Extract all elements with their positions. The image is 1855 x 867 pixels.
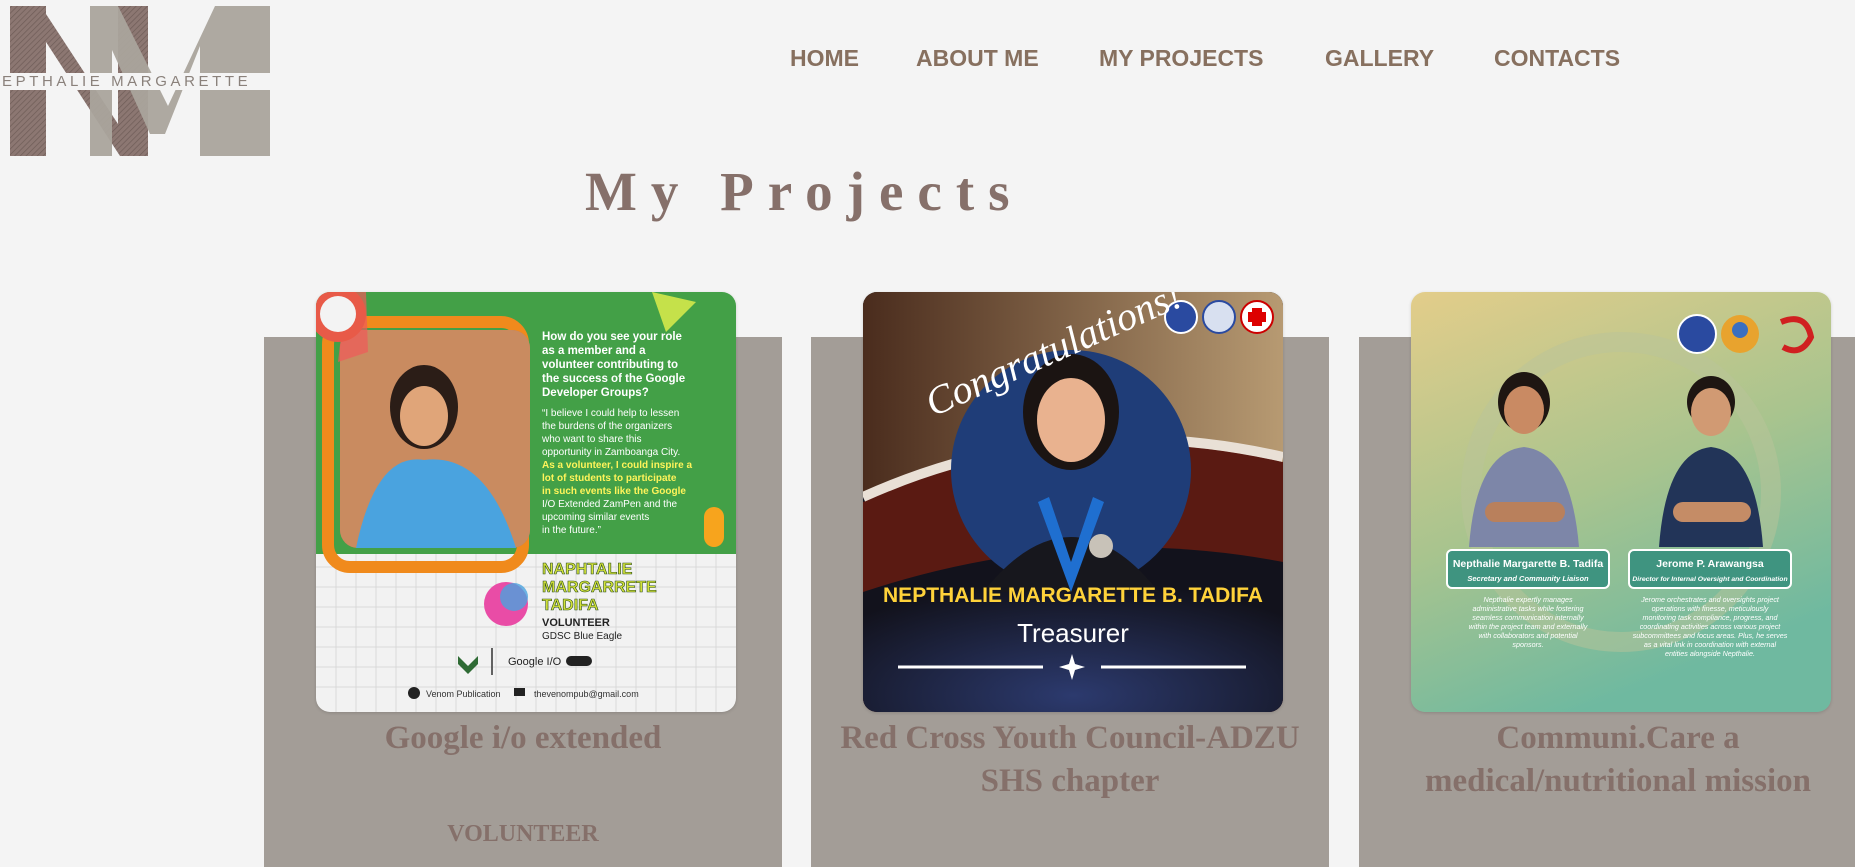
svg-text:the success of the Google: the success of the Google (542, 373, 685, 385)
svg-text:Google I/O: Google I/O (508, 656, 562, 668)
svg-text:“I believe I could help to les: “I believe I could help to lessen (542, 408, 679, 419)
svg-text:administrative tasks while fos: administrative tasks while fostering (1472, 604, 1583, 613)
svg-text:operations with finesse, metic: operations with finesse, meticulously (1652, 604, 1769, 613)
svg-text:Jerome P. Arawangsa: Jerome P. Arawangsa (1656, 558, 1764, 570)
nav-home-link[interactable]: HOME (790, 45, 859, 72)
svg-text:I/O Extended ZamPen and the: I/O Extended ZamPen and the (542, 499, 678, 510)
svg-text:Developer Groups?: Developer Groups? (542, 387, 649, 399)
svg-text:Nepthalie expertly manages: Nepthalie expertly manages (1483, 595, 1573, 604)
svg-text:As a volunteer, I could inspir: As a volunteer, I could inspire a (542, 460, 692, 471)
nav-contacts-link[interactable]: CONTACTS (1494, 45, 1620, 72)
svg-text:in such events like the Google: in such events like the Google (542, 486, 686, 497)
svg-text:TADIFA: TADIFA (542, 597, 599, 614)
project-image-communi-care: Nepthalie Margarette B. Tadifa Secretary… (1411, 292, 1831, 712)
nav-gallery-link[interactable]: GALLERY (1325, 45, 1434, 72)
svg-text:Venom Publication: Venom Publication (426, 689, 501, 699)
svg-text:in the future.”: in the future.” (542, 525, 601, 536)
project-role: VOLUNTEER (447, 821, 599, 847)
project-title-google-io: Google i/o extended (384, 720, 662, 756)
project-card-red-cross[interactable]: Congratulations! NEPTHALIE MARGARETTE B.… (811, 292, 1329, 867)
project-title-communi-care: Communi.Care a medical/nutritional missi… (1425, 720, 1811, 799)
nav-my-projects-link[interactable]: MY PROJECTS (1099, 45, 1263, 72)
project-image-google-io: How do you see your role as a member and… (316, 292, 736, 712)
svg-text:Jerome orchestrates and oversi: Jerome orchestrates and oversights proje… (1640, 595, 1780, 604)
svg-text:Nepthalie Margarette B. Tadifa: Nepthalie Margarette B. Tadifa (1453, 558, 1603, 570)
svg-text:NAPHTALIE: NAPHTALIE (542, 561, 633, 578)
svg-text:seamless communication interna: seamless communication internally (1472, 613, 1584, 622)
svg-text:who want to share this: who want to share this (541, 434, 642, 445)
svg-text:with collaborators and potenti: with collaborators and potential (1478, 631, 1577, 640)
project-card-communi-care[interactable]: Nepthalie Margarette B. Tadifa Secretary… (1359, 292, 1855, 867)
svg-text:as a member and a: as a member and a (542, 345, 646, 357)
logo-name-text: EPTHALIE MARGARETTE (0, 73, 292, 90)
svg-text:VOLUNTEER: VOLUNTEER (542, 617, 610, 629)
svg-text:within the project team and ex: within the project team and externally (1469, 622, 1588, 631)
svg-text:Secretary and Community Liaiso: Secretary and Community Liaison (1467, 574, 1589, 583)
svg-text:lot of students to participate: lot of students to participate (542, 473, 677, 484)
svg-text:sponsors.: sponsors. (1512, 640, 1543, 649)
svg-text:opportunity in Zamboanga City.: opportunity in Zamboanga City. (542, 447, 680, 458)
svg-text:the burdens of the organizers: the burdens of the organizers (542, 421, 672, 432)
nav-about-me-link[interactable]: ABOUT ME (916, 45, 1039, 72)
svg-text:Treasurer: Treasurer (1017, 618, 1129, 648)
svg-text:GDSC Blue Eagle: GDSC Blue Eagle (542, 631, 622, 642)
project-card-google-io[interactable]: How do you see your role as a member and… (264, 292, 782, 867)
svg-text:thevenompub@gmail.com: thevenompub@gmail.com (534, 689, 639, 699)
svg-text:How do you see your role: How do you see your role (542, 331, 682, 343)
site-logo[interactable]: EPTHALIE MARGARETTE (0, 6, 292, 156)
project-title-red-cross: Red Cross Youth Council-ADZU SHS chapter (840, 720, 1300, 799)
svg-text:NEPTHALIE MARGARETTE B. TADIFA: NEPTHALIE MARGARETTE B. TADIFA (883, 584, 1263, 607)
svg-text:volunteer contributing to: volunteer contributing to (542, 359, 678, 371)
svg-text:coordinating activities across: coordinating activities across various p… (1640, 622, 1782, 631)
svg-text:MARGARRETE: MARGARRETE (542, 579, 657, 596)
svg-text:subcommittees and focus areas.: subcommittees and focus areas. Plus, he … (1633, 631, 1788, 640)
svg-text:monitoring task compliance, pr: monitoring task compliance, progress, an… (1642, 613, 1778, 622)
svg-text:upcoming similar events: upcoming similar events (542, 512, 649, 523)
svg-text:Director for Internal Oversigh: Director for Internal Oversight and Coor… (1632, 576, 1787, 583)
page-title: My Projects (585, 161, 1024, 222)
project-image-red-cross: Congratulations! NEPTHALIE MARGARETTE B.… (863, 292, 1283, 712)
svg-text:entities alongside Nepthalie.: entities alongside Nepthalie. (1665, 649, 1755, 658)
svg-text:as a vital link in coordinatio: as a vital link in coordination with ext… (1644, 640, 1777, 649)
